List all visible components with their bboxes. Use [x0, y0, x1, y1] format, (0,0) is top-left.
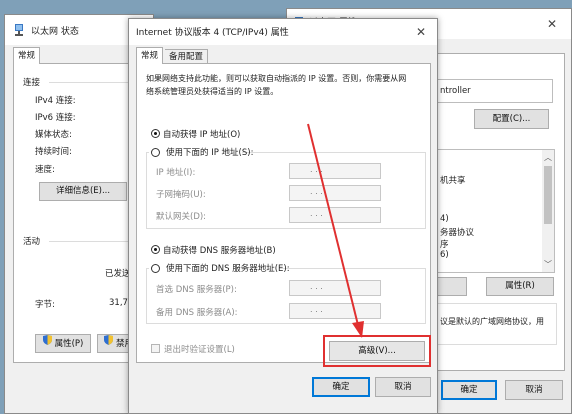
tcpip-ok-button[interactable]: 确定	[312, 377, 370, 397]
list-item[interactable]: 4)	[440, 214, 449, 224]
tcpip-cancel-button[interactable]: 取消	[375, 377, 431, 397]
subnet-dots: . . .	[310, 187, 323, 196]
chevron-down-icon[interactable]: ﹀	[544, 259, 552, 270]
manual-ip-label[interactable]: 使用下面的 IP 地址(S):	[166, 148, 253, 158]
shield-icon	[104, 335, 113, 352]
media-status-label: 媒体状态:	[35, 130, 72, 140]
ip-address-label: IP 地址(I):	[156, 168, 196, 178]
subnet-mask-label: 子网掩码(U):	[156, 190, 206, 200]
gateway-dots: . . .	[310, 209, 323, 218]
ip-address-field[interactable]: . . .	[289, 163, 381, 179]
status-window-title: 以太网 状态	[31, 27, 79, 37]
chevron-up-icon[interactable]: ︿	[544, 152, 552, 163]
activity-section-label: 活动	[23, 237, 41, 247]
adapter-name-field: ntroller	[437, 79, 553, 103]
preferred-dns-dots: . . .	[310, 282, 323, 291]
gateway-label: 默认网关(D):	[156, 212, 207, 222]
tab-alternate-config[interactable]: 备用配置	[165, 49, 209, 64]
tcpip-titlebar: Internet 协议版本 4 (TCP/IPv4) 属性 ✕	[129, 19, 437, 45]
alternate-dns-dots: . . .	[310, 305, 323, 314]
tab-general[interactable]: 常规	[13, 47, 41, 64]
details-button[interactable]: 详细信息(E)...	[39, 182, 127, 201]
sent-label: 已发送	[105, 269, 131, 279]
duration-label: 持续时间:	[35, 147, 72, 157]
description-line-1: 如果网络支持此功能，则可以获取自动指派的 IP 设置。否则，你需要从网	[146, 74, 407, 83]
list-item[interactable]: 序	[440, 238, 449, 250]
description-line-2: 络系统管理员处获得适当的 IP 设置。	[146, 87, 279, 96]
description-text: 议是默认的广域网络协议，用	[440, 317, 544, 326]
auto-dns-label[interactable]: 自动获得 DNS 服务器地址(B)	[163, 244, 276, 256]
manual-dns-label[interactable]: 使用下面的 DNS 服务器地址(E):	[166, 264, 290, 274]
adapter-name-text: ntroller	[440, 86, 471, 96]
preferred-dns-label: 首选 DNS 服务器(P):	[156, 285, 237, 295]
eth-ok-button[interactable]: 确定	[441, 380, 497, 400]
manual-dns-legend: 使用下面的 DNS 服务器地址(E):	[149, 262, 290, 274]
eth-cancel-button[interactable]: 取消	[505, 380, 563, 400]
manual-ip-legend: 使用下面的 IP 地址(S):	[149, 146, 253, 158]
status-properties-button[interactable]: 属性(P)	[35, 334, 91, 353]
list-item[interactable]: 机共享	[440, 174, 466, 186]
ipv4-connection-label: IPv4 连接:	[35, 96, 76, 106]
auto-dns-radio[interactable]	[151, 245, 160, 254]
close-icon[interactable]: ✕	[414, 25, 428, 39]
auto-ip-radio[interactable]	[151, 129, 160, 138]
close-icon[interactable]: ✕	[545, 17, 559, 31]
scrollbar-thumb[interactable]	[544, 166, 552, 224]
manual-dns-radio[interactable]	[151, 264, 160, 273]
list-item[interactable]: 务器协议	[440, 226, 474, 238]
advanced-button-highlight	[323, 335, 431, 367]
alternate-dns-field[interactable]: . . .	[289, 303, 381, 319]
validate-label[interactable]: 退出时验证设置(L)	[164, 343, 235, 355]
speed-label: 速度:	[35, 165, 55, 175]
auto-ip-label[interactable]: 自动获得 IP 地址(O)	[163, 128, 240, 140]
shield-icon	[42, 335, 52, 352]
status-tabpane	[13, 63, 147, 363]
list-item[interactable]: 6)	[440, 250, 449, 260]
manual-ip-radio[interactable]	[151, 148, 160, 157]
configure-button[interactable]: 配置(C)...	[474, 109, 549, 129]
ipv6-connection-label: IPv6 连接:	[35, 113, 76, 123]
subnet-mask-field[interactable]: . . .	[289, 185, 381, 201]
tcpip-title: Internet 协议版本 4 (TCP/IPv4) 属性	[136, 28, 289, 38]
gateway-field[interactable]: . . .	[289, 207, 381, 223]
network-adapter-icon	[14, 24, 24, 36]
eth-item-hidden-button[interactable]	[437, 277, 467, 296]
bytes-label: 字节:	[35, 300, 55, 310]
eth-item-properties-button[interactable]: 属性(R)	[486, 277, 554, 296]
components-list[interactable]: 机共享 4) 务器协议 序 6) ︿ ﹀	[437, 149, 555, 273]
ip-address-dots: . . .	[310, 165, 323, 174]
tcpip-properties-dialog: Internet 协议版本 4 (TCP/IPv4) 属性 ✕ 常规 备用配置 …	[128, 18, 438, 414]
preferred-dns-field[interactable]: . . .	[289, 280, 381, 296]
alternate-dns-label: 备用 DNS 服务器(A):	[156, 308, 238, 318]
connection-section-label: 连接	[23, 78, 41, 88]
status-properties-label: 属性(P)	[54, 339, 84, 349]
list-scrollbar[interactable]: ︿ ﹀	[542, 150, 554, 272]
description-group: 议是默认的广域网络协议，用	[437, 303, 557, 345]
validate-checkbox[interactable]	[151, 344, 160, 353]
tab-general[interactable]: 常规	[136, 47, 164, 64]
